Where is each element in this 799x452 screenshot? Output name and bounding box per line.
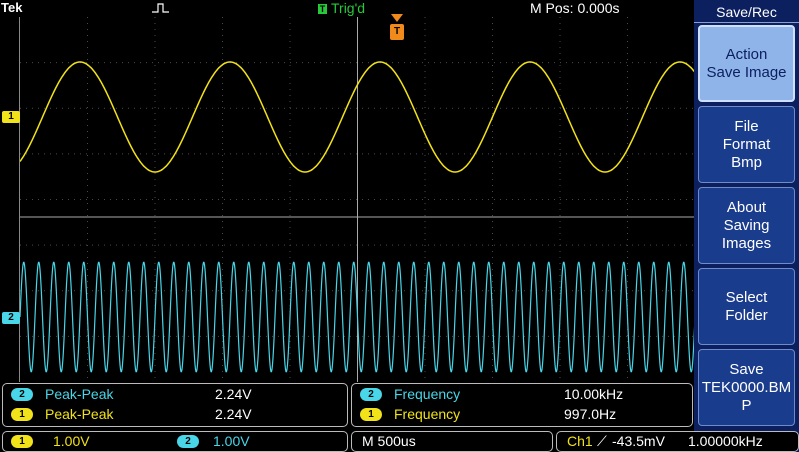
menu-button-line: TEK0000.BM <box>701 378 792 396</box>
menu-button-line: Action <box>725 45 768 63</box>
menu-button-line: P <box>741 396 752 414</box>
menu-button-line: Save <box>729 360 764 378</box>
trigger-status-icon: T <box>318 4 327 14</box>
trigger-level: -43.5mV <box>612 433 665 449</box>
brand-label: Tek <box>1 0 23 15</box>
waveform-display[interactable] <box>19 17 695 382</box>
timebase-readout[interactable]: M 500us <box>351 431 553 452</box>
menu-button-line: File <box>734 117 759 135</box>
file-format-button[interactable]: File Format Bmp <box>698 106 795 183</box>
about-saving-images-button[interactable]: About Saving Images <box>698 187 795 264</box>
measurement-name: Frequency <box>394 386 461 402</box>
measurement-row: 2 Frequency 10.00kHz <box>352 385 692 405</box>
measurement-panel-left: 2 Peak-Peak 2.24V 1 Peak-Peak 2.24V <box>2 383 348 427</box>
vertical-scale-readout[interactable]: 1 1.00V 2 1.00V <box>2 431 348 452</box>
measurement-value: 2.24V <box>215 386 252 402</box>
select-folder-button[interactable]: Select Folder <box>698 268 795 345</box>
measurement-row: 1 Frequency 997.0Hz <box>352 405 692 425</box>
menu-title: Save/Rec <box>694 0 799 23</box>
ch1-scale-badge: 1 <box>11 435 33 448</box>
trigger-source: Ch1 <box>567 433 593 449</box>
measurement-name: Peak-Peak <box>45 386 114 402</box>
menu-button-line: About <box>726 198 767 216</box>
menu-button-line: Saving <box>723 216 770 234</box>
ch1-ground-marker[interactable]: 1 <box>2 111 20 123</box>
menu-button-line: Select <box>725 288 768 306</box>
top-status-bar: Tek T Trig'd M Pos: 0.000s <box>0 0 694 17</box>
menu-button-line: Bmp <box>731 153 762 171</box>
side-menu: Save/Rec Action Save Image File Format B… <box>694 0 799 452</box>
channel-badge: 1 <box>360 408 382 421</box>
measurement-panel-right: 2 Frequency 10.00kHz 1 Frequency 997.0Hz <box>351 383 693 427</box>
action-save-image-button[interactable]: Action Save Image <box>698 25 795 102</box>
measurement-value: 2.24V <box>215 406 252 422</box>
graticule <box>20 17 695 382</box>
measurement-name: Peak-Peak <box>45 406 114 422</box>
trigger-frequency: 1.00000kHz <box>688 433 763 449</box>
trigger-status: T Trig'd <box>318 0 365 16</box>
channel-badge: 1 <box>11 408 33 421</box>
measurement-name: Frequency <box>394 406 461 422</box>
measurement-value: 10.00kHz <box>564 386 624 402</box>
ch1-scale: 1.00V <box>53 433 90 449</box>
measurement-row: 1 Peak-Peak 2.24V <box>3 405 347 425</box>
trigger-slope-icon: ⟋ <box>597 433 607 449</box>
measurement-row: 2 Peak-Peak 2.24V <box>3 385 347 405</box>
menu-button-line: Save Image <box>706 63 787 81</box>
menu-button-line: Images <box>721 234 772 252</box>
channel-badge: 2 <box>360 388 382 401</box>
ch2-ground-marker[interactable]: 2 <box>2 312 20 324</box>
ch2-scale-badge: 2 <box>177 435 199 448</box>
menu-button-line: Format <box>722 135 771 153</box>
menu-button-line: Folder <box>725 306 768 324</box>
trigger-readout[interactable]: Ch1 ⟋ -43.5mV 1.00000kHz <box>556 431 799 452</box>
measurement-value: 997.0Hz <box>564 406 617 422</box>
channel-badge: 2 <box>11 388 33 401</box>
ch2-scale: 1.00V <box>213 433 250 449</box>
trigger-position-label: T <box>393 26 401 37</box>
timebase-value: M 500us <box>362 433 416 449</box>
trigger-type-icon <box>152 3 169 13</box>
horizontal-position-readout: M Pos: 0.000s <box>530 0 620 16</box>
save-file-button[interactable]: Save TEK0000.BM P <box>698 349 795 426</box>
trigger-status-text: Trig'd <box>331 0 366 16</box>
